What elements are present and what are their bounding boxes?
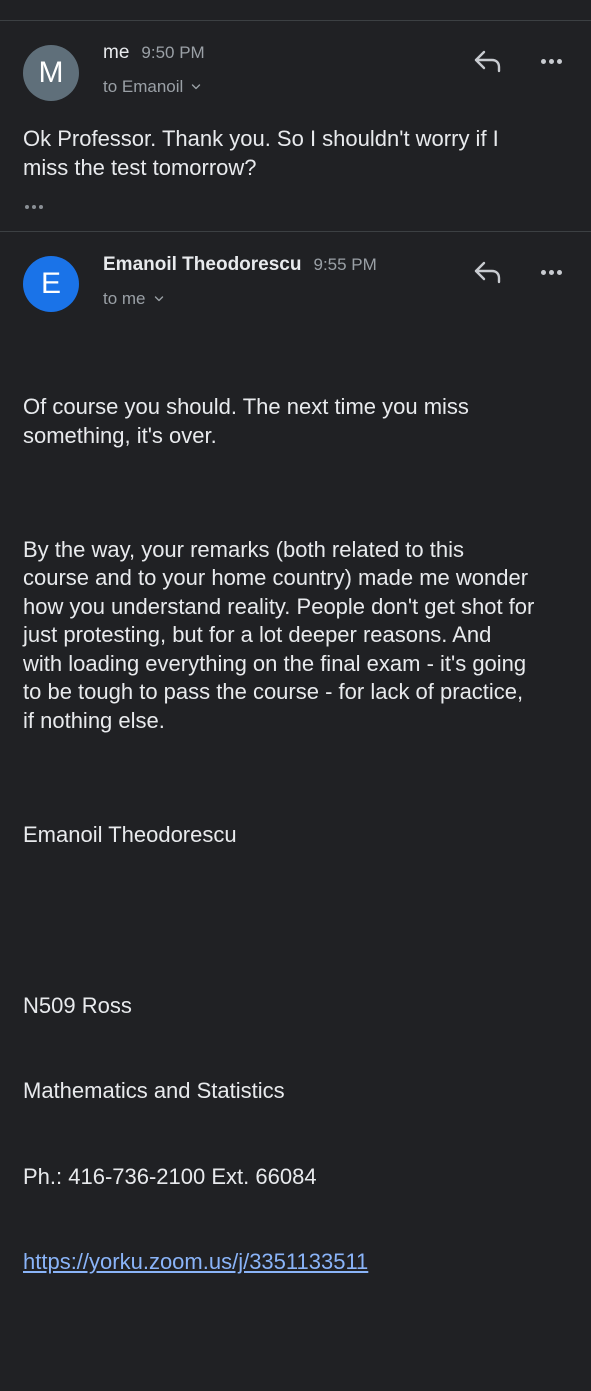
more-options-dot [556, 269, 562, 275]
more-options-button[interactable] [536, 262, 566, 282]
email-message: M me 9:50 PM to Emanoil Ok Professor. Th… [0, 21, 591, 231]
zoom-link[interactable]: https://yorku.zoom.us/j/3351133511 [23, 1248, 573, 1277]
chevron-down-icon [154, 296, 163, 302]
more-options-icon [540, 269, 546, 275]
more-options-dot [548, 58, 554, 64]
recipient-label: to Emanoil [103, 77, 184, 96]
recipient-label: to me [103, 289, 146, 308]
reply-button[interactable] [471, 47, 505, 75]
message-paragraph: Of course you should. The next time you … [23, 394, 469, 448]
signature-name: Emanoil Theodorescu [23, 821, 237, 847]
avatar[interactable]: E [23, 256, 79, 312]
sender-name[interactable]: Emanoil Theodorescu [103, 254, 301, 276]
message-paragraph: By the way, your remarks (both related t… [23, 536, 535, 733]
avatar[interactable]: M [23, 45, 79, 101]
show-quoted-text-icon [24, 205, 29, 209]
more-options-dot [548, 269, 554, 275]
signature-block: N509 Ross Mathematics and Statistics Ph.… [23, 935, 573, 1334]
recipient-dropdown[interactable]: to Emanoil [103, 77, 201, 97]
show-quoted-text-button[interactable] [23, 199, 51, 215]
message-body: Of course you should. The next time you … [23, 336, 573, 1391]
message-time: 9:50 PM [141, 43, 205, 62]
more-options-button[interactable] [536, 51, 566, 71]
message-header: Emanoil Theodorescu 9:55 PM [103, 254, 377, 276]
signature-phone[interactable]: Ph.: 416-736-2100 Ext. 66084 [23, 1163, 573, 1192]
reply-icon [474, 261, 501, 284]
quoted-dot [31, 205, 36, 209]
more-options-dot [556, 58, 562, 64]
reply-icon [474, 50, 501, 73]
email-message: E Emanoil Theodorescu 9:55 PM to me Of c… [0, 232, 591, 1274]
signature-department: Mathematics and Statistics [23, 1078, 285, 1103]
chevron-down-icon [192, 84, 201, 90]
reply-button[interactable] [471, 258, 505, 286]
message-header: me 9:50 PM [103, 42, 205, 64]
message-body: Ok Professor. Thank you. So I shouldn't … [23, 126, 499, 180]
message-time: 9:55 PM [313, 255, 377, 274]
quoted-dot [38, 205, 43, 209]
more-options-icon [540, 58, 546, 64]
recipient-dropdown[interactable]: to me [103, 289, 164, 309]
sender-name[interactable]: me [103, 42, 129, 64]
signature-office: N509 Ross [23, 992, 132, 1018]
